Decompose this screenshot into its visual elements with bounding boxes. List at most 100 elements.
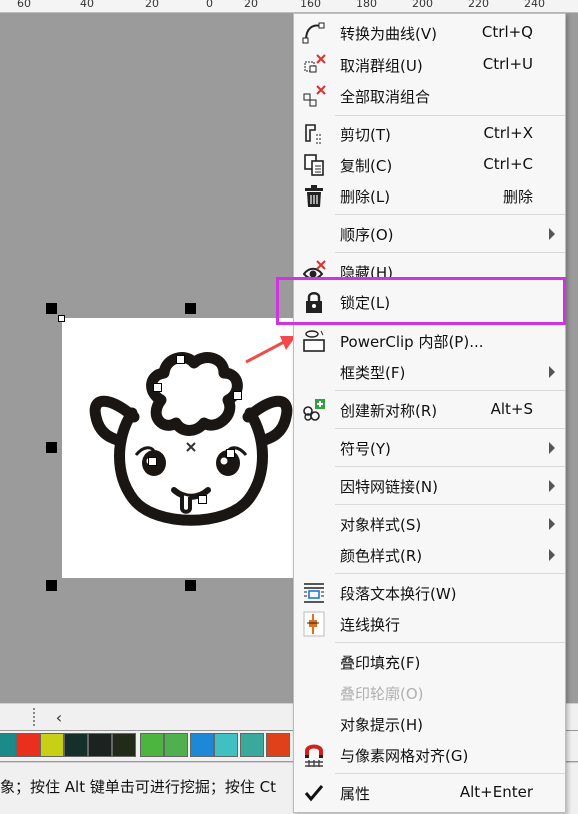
menu-item-paragraph-wrap[interactable]: 段落文本换行(W) [294,578,567,608]
menu-item-symbol[interactable]: 符号(Y) [294,433,567,463]
selection-handle[interactable] [185,580,196,591]
menu-item-shortcut: Ctrl+U [482,55,533,73]
new-symmetry-icon [296,395,332,425]
menu-separator [335,214,565,215]
path-node[interactable] [148,457,157,466]
ruler-label: 160 [300,0,321,10]
path-node[interactable] [198,495,207,504]
ungroup-all-icon [296,81,332,111]
menu-item-object-hints[interactable]: 对象提示(H) [294,709,567,739]
menu-separator [335,466,565,467]
menu-item-frame-type[interactable]: 框类型(F) [294,357,567,387]
selection-handle[interactable] [46,303,57,314]
color-swatch[interactable] [190,733,214,757]
menu-item-label: 叠印轮廓(O) [340,685,424,703]
color-swatch[interactable] [0,733,16,757]
menu-separator [335,504,565,505]
menu-item-overprint-fill[interactable]: 叠印填充(F) [294,647,567,677]
line-wrap-icon [296,609,332,639]
color-swatch[interactable] [266,733,290,757]
submenu-arrow-icon [549,442,555,454]
ruler-label: 60 [17,0,31,10]
menu-item-label: 符号(Y) [340,440,391,458]
menu-item-label: 复制(C) [340,157,393,175]
menu-item-properties[interactable]: 属性 Alt+Enter [294,778,567,808]
checkmark-icon [296,778,332,808]
ruler-label: 180 [356,0,377,10]
selection-node[interactable] [58,315,65,322]
menu-item-new-symmetry[interactable]: 创建新对称(R) Alt+S [294,395,567,425]
menu-separator [335,390,565,391]
color-swatch[interactable] [240,733,264,757]
ruler-label: 200 [412,0,433,10]
menu-item-shortcut: Ctrl+C [483,155,533,173]
sheep-drawing[interactable] [86,345,296,545]
menu-item-delete[interactable]: 删除(L) 删除 [294,181,567,211]
cut-icon [296,119,332,149]
status-text: 象；按住 Alt 键单击可进行挖掘；按住 Ct [0,778,276,796]
submenu-arrow-icon [549,480,555,492]
scroll-left-arrow-icon[interactable]: ‹ [47,704,71,730]
submenu-arrow-icon [549,518,555,530]
menu-item-cut[interactable]: 剪切(T) Ctrl+X [294,119,567,149]
menu-item-ungroup-all[interactable]: 全部取消组合 [294,81,567,111]
menu-item-shortcut: Ctrl+X [483,124,533,142]
snap-pixel-grid-icon [296,740,332,770]
path-node[interactable] [176,355,185,364]
scrollbar-grip[interactable] [33,708,43,726]
menu-separator [335,252,565,253]
color-swatch[interactable] [164,733,188,757]
menu-item-powerclip[interactable]: PowerClip 内部(P)... [294,326,567,356]
menu-item-label: 顺序(O) [340,226,394,244]
trash-icon [296,181,332,211]
menu-item-label: 因特网链接(N) [340,478,438,496]
lock-item-highlight [276,277,566,325]
selection-handle[interactable] [46,442,57,453]
color-swatch[interactable] [88,733,112,757]
paragraph-wrap-icon [296,578,332,608]
color-swatch[interactable] [214,733,238,757]
path-node[interactable] [226,449,235,458]
convert-to-curves-icon [296,18,332,48]
menu-item-label: 与像素网格对齐(G) [340,747,469,765]
color-swatch[interactable] [140,733,164,757]
menu-item-label: 段落文本换行(W) [340,585,457,603]
menu-separator [335,115,565,116]
ruler-label: 20 [145,0,159,10]
ruler-label: 220 [468,0,489,10]
menu-item-label: 取消群组(U) [340,57,423,75]
menu-item-object-style[interactable]: 对象样式(S) [294,509,567,539]
menu-item-internet-link[interactable]: 因特网链接(N) [294,471,567,501]
menu-separator [335,428,565,429]
menu-item-copy[interactable]: 复制(C) Ctrl+C [294,150,567,180]
menu-item-line-wrap[interactable]: 连线换行 [294,609,567,639]
selection-handle[interactable] [46,580,57,591]
menu-item-order[interactable]: 顺序(O) [294,219,567,249]
annotation-arrow [245,336,296,364]
menu-item-overprint-outline: 叠印轮廓(O) [294,678,567,708]
context-menu: 转换为曲线(V) Ctrl+Q 取消群组(U) Ctrl+U 全部取消组合 剪切… [293,13,566,813]
menu-item-label: 叠印填充(F) [340,654,421,672]
path-node[interactable] [233,391,242,400]
path-node[interactable] [153,383,162,392]
menu-item-convert-to-curves[interactable]: 转换为曲线(V) Ctrl+Q [294,18,567,48]
color-swatch[interactable] [16,733,40,757]
ungroup-icon [296,50,332,80]
menu-separator [335,642,565,643]
horizontal-ruler[interactable]: 60 40 20 0 20 160 180 200 220 240 [0,0,578,13]
menu-item-snap-pixel-grid[interactable]: 与像素网格对齐(G) [294,740,567,770]
menu-separator [335,773,565,774]
menu-item-ungroup[interactable]: 取消群组(U) Ctrl+U [294,50,567,80]
powerclip-icon [296,326,332,356]
color-swatch[interactable] [112,733,136,757]
color-swatch[interactable] [64,733,88,757]
submenu-arrow-icon [549,549,555,561]
menu-item-label: 删除(L) [340,188,391,206]
menu-item-shortcut: Ctrl+Q [481,23,533,41]
menu-item-label: 剪切(T) [340,126,391,144]
menu-item-label: 全部取消组合 [340,88,431,106]
submenu-arrow-icon [549,228,555,240]
color-swatch[interactable] [40,733,64,757]
selection-handle[interactable] [185,303,196,314]
menu-item-color-style[interactable]: 颜色样式(R) [294,540,567,570]
